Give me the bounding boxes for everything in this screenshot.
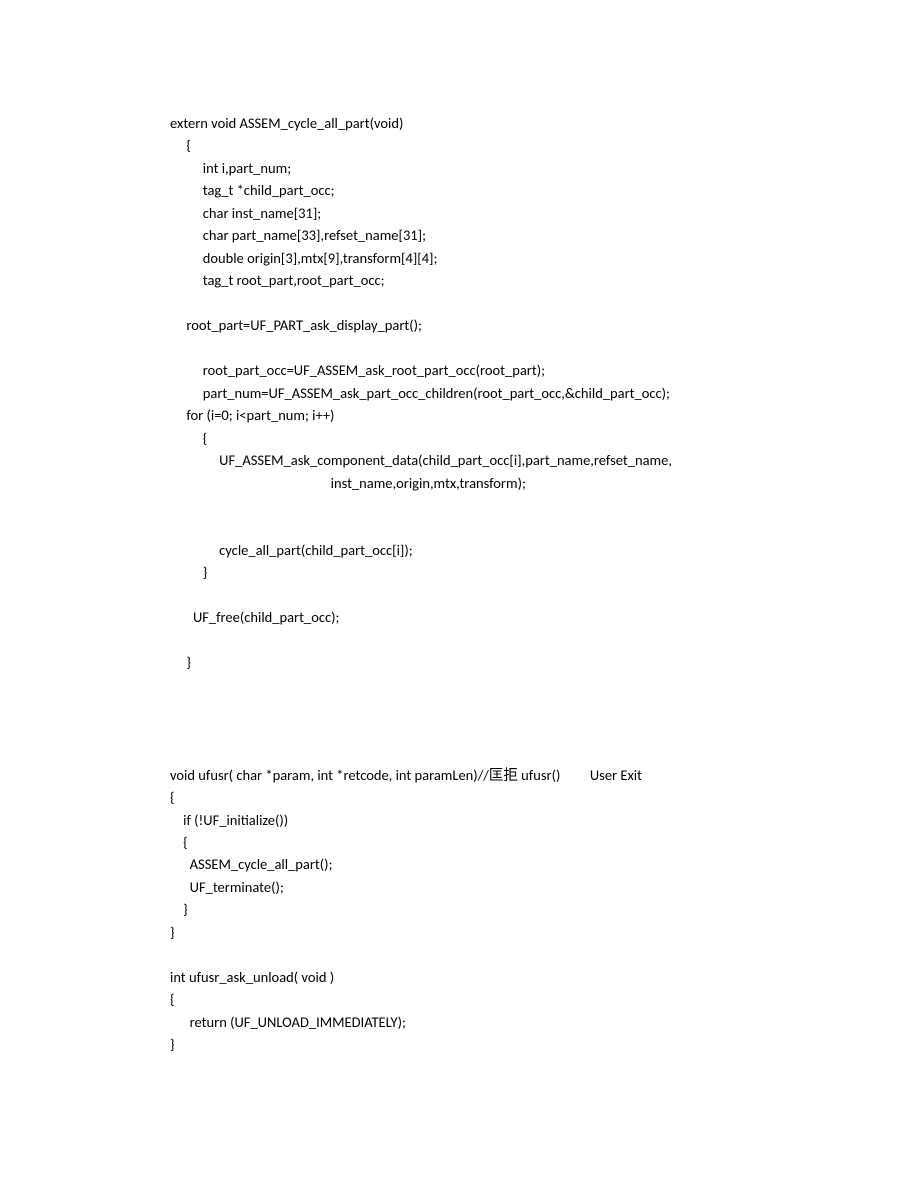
code-block: extern void ASSEM_cycle_all_part(void) {… [170,112,920,1056]
document-page: extern void ASSEM_cycle_all_part(void) {… [0,0,920,1191]
